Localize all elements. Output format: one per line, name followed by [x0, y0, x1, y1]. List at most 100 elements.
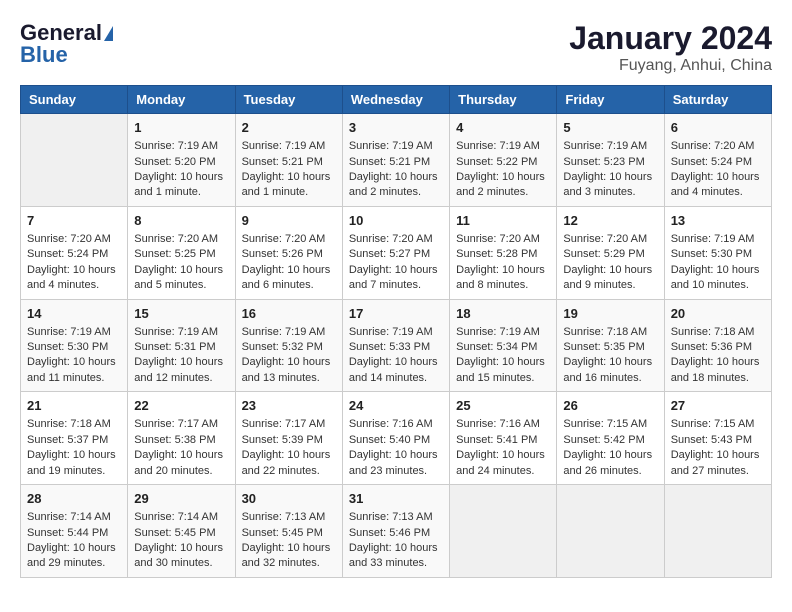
day-info-line: Daylight: 10 hours	[563, 170, 657, 185]
calendar-cell: 20Sunrise: 7:18 AMSunset: 5:36 PMDayligh…	[664, 299, 771, 392]
page-header: General Blue January 2024 Fuyang, Anhui,…	[20, 20, 772, 75]
day-info-line: and 24 minutes.	[456, 464, 550, 479]
day-info-line: Sunrise: 7:20 AM	[671, 139, 765, 154]
header-friday: Friday	[557, 86, 664, 114]
day-info-line: and 4 minutes.	[27, 278, 121, 293]
day-info-line: Sunset: 5:23 PM	[563, 155, 657, 170]
day-info-line: Sunset: 5:38 PM	[134, 433, 228, 448]
day-info-line: Sunrise: 7:18 AM	[27, 417, 121, 432]
calendar-cell: 30Sunrise: 7:13 AMSunset: 5:45 PMDayligh…	[235, 485, 342, 578]
calendar-cell: 10 Sunrise: 7:20 AMSunset: 5:27 PMDayligh…	[342, 206, 449, 299]
day-info-line: Daylight: 10 hours	[27, 263, 121, 278]
day-number: 24	[349, 397, 443, 415]
day-info-line: Sunrise: 7:14 AM	[134, 510, 228, 525]
day-info-line: Daylight: 10 hours	[563, 448, 657, 463]
logo: General Blue	[20, 20, 114, 68]
calendar-cell	[664, 485, 771, 578]
day-number: 11	[456, 212, 550, 230]
day-info-line: Daylight: 10 hours	[242, 541, 336, 556]
day-info-line: Sunset: 5:36 PM	[671, 340, 765, 355]
day-info-line: Daylight: 10 hours	[671, 170, 765, 185]
day-info-line: Sunset: 5:44 PM	[27, 526, 121, 541]
day-info-line: Sunrise: 7:17 AM	[242, 417, 336, 432]
day-info-line: Daylight: 10 hours	[242, 355, 336, 370]
day-info-line: Daylight: 10 hours	[349, 263, 443, 278]
day-number: 4	[456, 119, 550, 137]
calendar-cell: 4Sunrise: 7:19 AMSunset: 5:22 PMDaylight…	[450, 114, 557, 207]
day-info-line: Sunset: 5:29 PM	[563, 247, 657, 262]
day-info-line: Sunrise: 7:20 AM	[349, 232, 443, 247]
day-number: 26	[563, 397, 657, 415]
day-info-line: and 6 minutes.	[242, 278, 336, 293]
day-info-line: Sunrise: 7:19 AM	[242, 325, 336, 340]
day-info-line: Sunset: 5:28 PM	[456, 247, 550, 262]
day-info-line: and 26 minutes.	[563, 464, 657, 479]
day-info-line: and 2 minutes.	[349, 185, 443, 200]
day-info-line: Sunrise: 7:19 AM	[456, 139, 550, 154]
header-saturday: Saturday	[664, 86, 771, 114]
header-thursday: Thursday	[450, 86, 557, 114]
day-number: 2	[242, 119, 336, 137]
day-info-line: and 14 minutes.	[349, 371, 443, 386]
day-number: 29	[134, 490, 228, 508]
day-number: 14	[27, 305, 121, 323]
day-info-line: Daylight: 10 hours	[349, 170, 443, 185]
day-info-line: Sunset: 5:31 PM	[134, 340, 228, 355]
day-info-line: Sunset: 5:45 PM	[242, 526, 336, 541]
day-info-line: Daylight: 10 hours	[242, 263, 336, 278]
day-info-line: and 33 minutes.	[349, 556, 443, 571]
calendar-cell: 18Sunrise: 7:19 AMSunset: 5:34 PMDayligh…	[450, 299, 557, 392]
day-info-line: Sunset: 5:42 PM	[563, 433, 657, 448]
day-number: 27	[671, 397, 765, 415]
day-info-line: and 32 minutes.	[242, 556, 336, 571]
day-info-line: Sunrise: 7:20 AM	[242, 232, 336, 247]
day-info-line: and 12 minutes.	[134, 371, 228, 386]
day-info-line: Sunrise: 7:19 AM	[134, 139, 228, 154]
day-info-line: Daylight: 10 hours	[134, 541, 228, 556]
day-info-line: Sunset: 5:46 PM	[349, 526, 443, 541]
day-info-line: Sunset: 5:34 PM	[456, 340, 550, 355]
calendar-cell	[557, 485, 664, 578]
day-info-line: and 22 minutes.	[242, 464, 336, 479]
calendar-title-block: January 2024 Fuyang, Anhui, China	[569, 20, 772, 75]
day-info-line: and 27 minutes.	[671, 464, 765, 479]
day-info-line: Sunset: 5:24 PM	[27, 247, 121, 262]
logo-blue: Blue	[20, 42, 68, 68]
day-info-line: Sunrise: 7:14 AM	[27, 510, 121, 525]
day-number: 20	[671, 305, 765, 323]
day-info-line: Sunrise: 7:17 AM	[134, 417, 228, 432]
calendar-cell: 13Sunrise: 7:19 AMSunset: 5:30 PMDayligh…	[664, 206, 771, 299]
day-number: 7	[27, 212, 121, 230]
day-info-line: and 1 minute.	[134, 185, 228, 200]
calendar-cell: 22Sunrise: 7:17 AMSunset: 5:38 PMDayligh…	[128, 392, 235, 485]
day-info-line: and 4 minutes.	[671, 185, 765, 200]
calendar-cell: 11Sunrise: 7:20 AMSunset: 5:28 PMDayligh…	[450, 206, 557, 299]
week-row-2: 7Sunrise: 7:20 AMSunset: 5:24 PMDaylight…	[21, 206, 772, 299]
day-info-line: Sunset: 5:24 PM	[671, 155, 765, 170]
day-info-line: Daylight: 10 hours	[563, 355, 657, 370]
day-info-line: Daylight: 10 hours	[456, 355, 550, 370]
day-info-line: Sunrise: 7:19 AM	[563, 139, 657, 154]
day-info-line: Sunrise: 7:18 AM	[671, 325, 765, 340]
day-info-line: Sunset: 5:30 PM	[671, 247, 765, 262]
calendar-cell: 1Sunrise: 7:19 AMSunset: 5:20 PMDaylight…	[128, 114, 235, 207]
day-info-line: Daylight: 10 hours	[134, 263, 228, 278]
day-info-line: Sunset: 5:27 PM	[349, 247, 443, 262]
day-info-line: and 7 minutes.	[349, 278, 443, 293]
calendar-cell: 8Sunrise: 7:20 AMSunset: 5:25 PMDaylight…	[128, 206, 235, 299]
day-info-line: Daylight: 10 hours	[456, 448, 550, 463]
calendar-cell: 15Sunrise: 7:19 AMSunset: 5:31 PMDayligh…	[128, 299, 235, 392]
day-info-line: Daylight: 10 hours	[27, 541, 121, 556]
day-info-line: Sunrise: 7:15 AM	[563, 417, 657, 432]
day-info-line: Sunrise: 7:20 AM	[27, 232, 121, 247]
day-number: 10	[349, 212, 443, 230]
day-info-line: Sunset: 5:21 PM	[242, 155, 336, 170]
day-info-line: Daylight: 10 hours	[242, 170, 336, 185]
day-info-line: Daylight: 10 hours	[27, 448, 121, 463]
day-number: 17	[349, 305, 443, 323]
day-info-line: Sunrise: 7:16 AM	[456, 417, 550, 432]
week-row-3: 14Sunrise: 7:19 AMSunset: 5:30 PMDayligh…	[21, 299, 772, 392]
day-info-line: and 9 minutes.	[563, 278, 657, 293]
day-info-line: Sunset: 5:32 PM	[242, 340, 336, 355]
calendar-cell	[450, 485, 557, 578]
